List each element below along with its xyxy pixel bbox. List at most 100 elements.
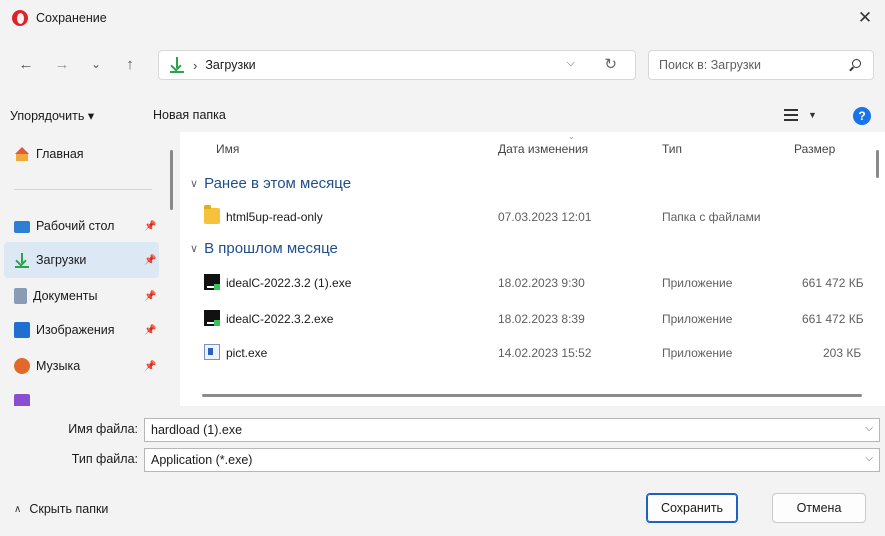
column-header-name[interactable]: Имя: [216, 142, 239, 156]
filename-value: hardload (1).exe: [151, 423, 243, 437]
column-header-size[interactable]: Размер: [794, 142, 835, 156]
refresh-icon[interactable]: ↻: [604, 55, 617, 73]
column-header-type[interactable]: Тип: [662, 142, 682, 156]
chevron-down-icon: ∨: [190, 243, 199, 255]
recent-locations-button[interactable]: ⌄: [84, 52, 108, 76]
chevron-down-icon[interactable]: ⌵: [865, 453, 873, 464]
file-modified: 18.02.2023 9:30: [498, 276, 585, 290]
pin-icon: 📌: [144, 220, 157, 232]
file-modified: 18.02.2023 8:39: [498, 312, 585, 326]
sidebar-item-label: Рабочий стол: [36, 219, 114, 233]
file-name: html5up-read-only: [226, 210, 323, 224]
search-placeholder: Поиск в: Загрузки: [659, 58, 762, 72]
forward-button[interactable]: →: [50, 52, 74, 76]
sidebar-item-desktop[interactable]: Рабочий стол 📌: [4, 208, 159, 244]
app-icon: [204, 344, 220, 360]
sidebar-item-music[interactable]: Музыка 📌: [4, 348, 159, 384]
sort-indicator-icon: ⌄: [568, 132, 575, 141]
file-size: 661 472 КБ: [802, 312, 864, 326]
up-button[interactable]: ↑: [118, 52, 142, 76]
up-arrow-icon: ↑: [126, 55, 134, 73]
breadcrumb-location[interactable]: Загрузки: [205, 58, 255, 72]
sidebar-scrollbar[interactable]: [170, 150, 173, 210]
file-row[interactable]: idealC-2022.3.2 (1).exe 18.02.2023 9:30 …: [180, 268, 880, 298]
group-heading-this-month[interactable]: ∨ Ранее в этом месяце: [190, 175, 351, 192]
save-button[interactable]: Сохранить: [646, 493, 738, 523]
file-type: Приложение: [662, 312, 733, 326]
filetype-select[interactable]: Application (*.exe) ⌵: [144, 448, 880, 472]
home-icon: [14, 146, 30, 162]
chevron-down-icon[interactable]: ⌵: [567, 57, 575, 70]
sidebar-item-pictures[interactable]: Изображения 📌: [4, 312, 159, 348]
search-icon[interactable]: [849, 59, 861, 72]
view-list-icon[interactable]: [784, 109, 798, 121]
address-bar[interactable]: › Загрузки ⌵ ↻: [158, 50, 636, 80]
sidebar-item-label: Документы: [33, 289, 98, 303]
file-size: 661 472 КБ: [802, 276, 864, 290]
sidebar-item-home[interactable]: Главная: [4, 136, 159, 172]
pin-icon: 📌: [144, 360, 157, 372]
group-title: Ранее в этом месяце: [204, 175, 352, 192]
filetype-label: Тип файла:: [71, 452, 138, 466]
navigation-pane: Главная Рабочий стол 📌 Загрузки 📌 Докуме…: [0, 132, 180, 406]
close-icon[interactable]: ✕: [853, 6, 877, 30]
sidebar-item-label: Главная: [36, 147, 84, 161]
navigation-bar: ← → ⌄ ↑ › Загрузки ⌵ ↻ Поиск в: Загрузки: [0, 40, 885, 90]
filename-label: Имя файла:: [68, 422, 138, 436]
file-name: idealC-2022.3.2 (1).exe: [226, 276, 352, 290]
downloads-icon: [14, 252, 30, 268]
cancel-button[interactable]: Отмена: [772, 493, 866, 523]
file-row[interactable]: pict.exe 14.02.2023 15:52 Приложение 203…: [180, 338, 880, 368]
chevron-down-icon[interactable]: ⌵: [865, 423, 873, 434]
chevron-down-icon: ∨: [190, 178, 199, 190]
file-list: ⌄ Имя Дата изменения Тип Размер ∨ Ранее …: [180, 132, 885, 406]
window-title: Сохранение: [36, 11, 107, 25]
sidebar-item-videos[interactable]: [4, 384, 159, 406]
pin-icon: 📌: [144, 324, 157, 336]
documents-icon: [14, 288, 27, 304]
file-type: Приложение: [662, 276, 733, 290]
breadcrumb-separator-icon: ›: [193, 57, 198, 73]
column-header-modified[interactable]: Дата изменения: [498, 142, 588, 156]
title-bar: Сохранение ✕: [0, 0, 885, 36]
opera-logo-icon: [12, 10, 28, 26]
filetype-value: Application (*.exe): [151, 453, 253, 467]
hide-folders-button[interactable]: ∧ Скрыть папки: [14, 502, 108, 516]
folder-icon: [204, 205, 220, 224]
help-icon[interactable]: ?: [853, 107, 871, 125]
file-name: idealC-2022.3.2.exe: [226, 312, 334, 326]
file-modified: 14.02.2023 15:52: [498, 346, 592, 360]
file-type: Приложение: [662, 346, 733, 360]
horizontal-scrollbar[interactable]: [202, 394, 862, 397]
sidebar-item-label: Загрузки: [36, 253, 87, 267]
desktop-icon: [14, 221, 30, 233]
sidebar-item-documents[interactable]: Документы 📌: [4, 278, 159, 314]
view-options-dropdown[interactable]: ▼: [808, 110, 817, 120]
search-input[interactable]: Поиск в: Загрузки: [648, 50, 874, 80]
file-list-scrollbar[interactable]: [876, 150, 879, 178]
sidebar-item-label: Музыка: [36, 359, 81, 373]
group-heading-last-month[interactable]: ∨ В прошлом месяце: [190, 240, 338, 257]
file-row[interactable]: idealC-2022.3.2.exe 18.02.2023 8:39 Прил…: [180, 304, 880, 334]
file-modified: 07.03.2023 12:01: [498, 210, 592, 224]
file-size: 203 КБ: [823, 346, 862, 360]
file-row[interactable]: html5up-read-only 07.03.2023 12:01 Папка…: [180, 202, 880, 232]
intellij-icon: [204, 274, 220, 290]
filename-input[interactable]: hardload (1).exe ⌵: [144, 418, 880, 442]
save-options: Имя файла: hardload (1).exe ⌵ Тип файла:…: [0, 406, 885, 476]
chevron-up-icon: ∧: [14, 503, 22, 515]
chevron-down-icon: ⌄: [90, 57, 102, 71]
videos-icon: [14, 394, 30, 406]
back-button[interactable]: ←: [14, 52, 38, 76]
organize-button[interactable]: Упорядочить ▾: [10, 108, 94, 123]
downloads-icon: [169, 56, 185, 74]
hide-folders-label: Скрыть папки: [29, 502, 109, 516]
command-bar: Упорядочить ▾ Новая папка ▼ ?: [0, 100, 885, 132]
sidebar-divider: [14, 189, 152, 190]
sidebar-item-downloads[interactable]: Загрузки 📌: [4, 242, 159, 278]
new-folder-button[interactable]: Новая папка: [153, 108, 226, 122]
group-title: В прошлом месяце: [204, 240, 338, 257]
music-icon: [14, 358, 30, 374]
file-name: pict.exe: [226, 346, 268, 360]
pin-icon: 📌: [144, 290, 157, 302]
